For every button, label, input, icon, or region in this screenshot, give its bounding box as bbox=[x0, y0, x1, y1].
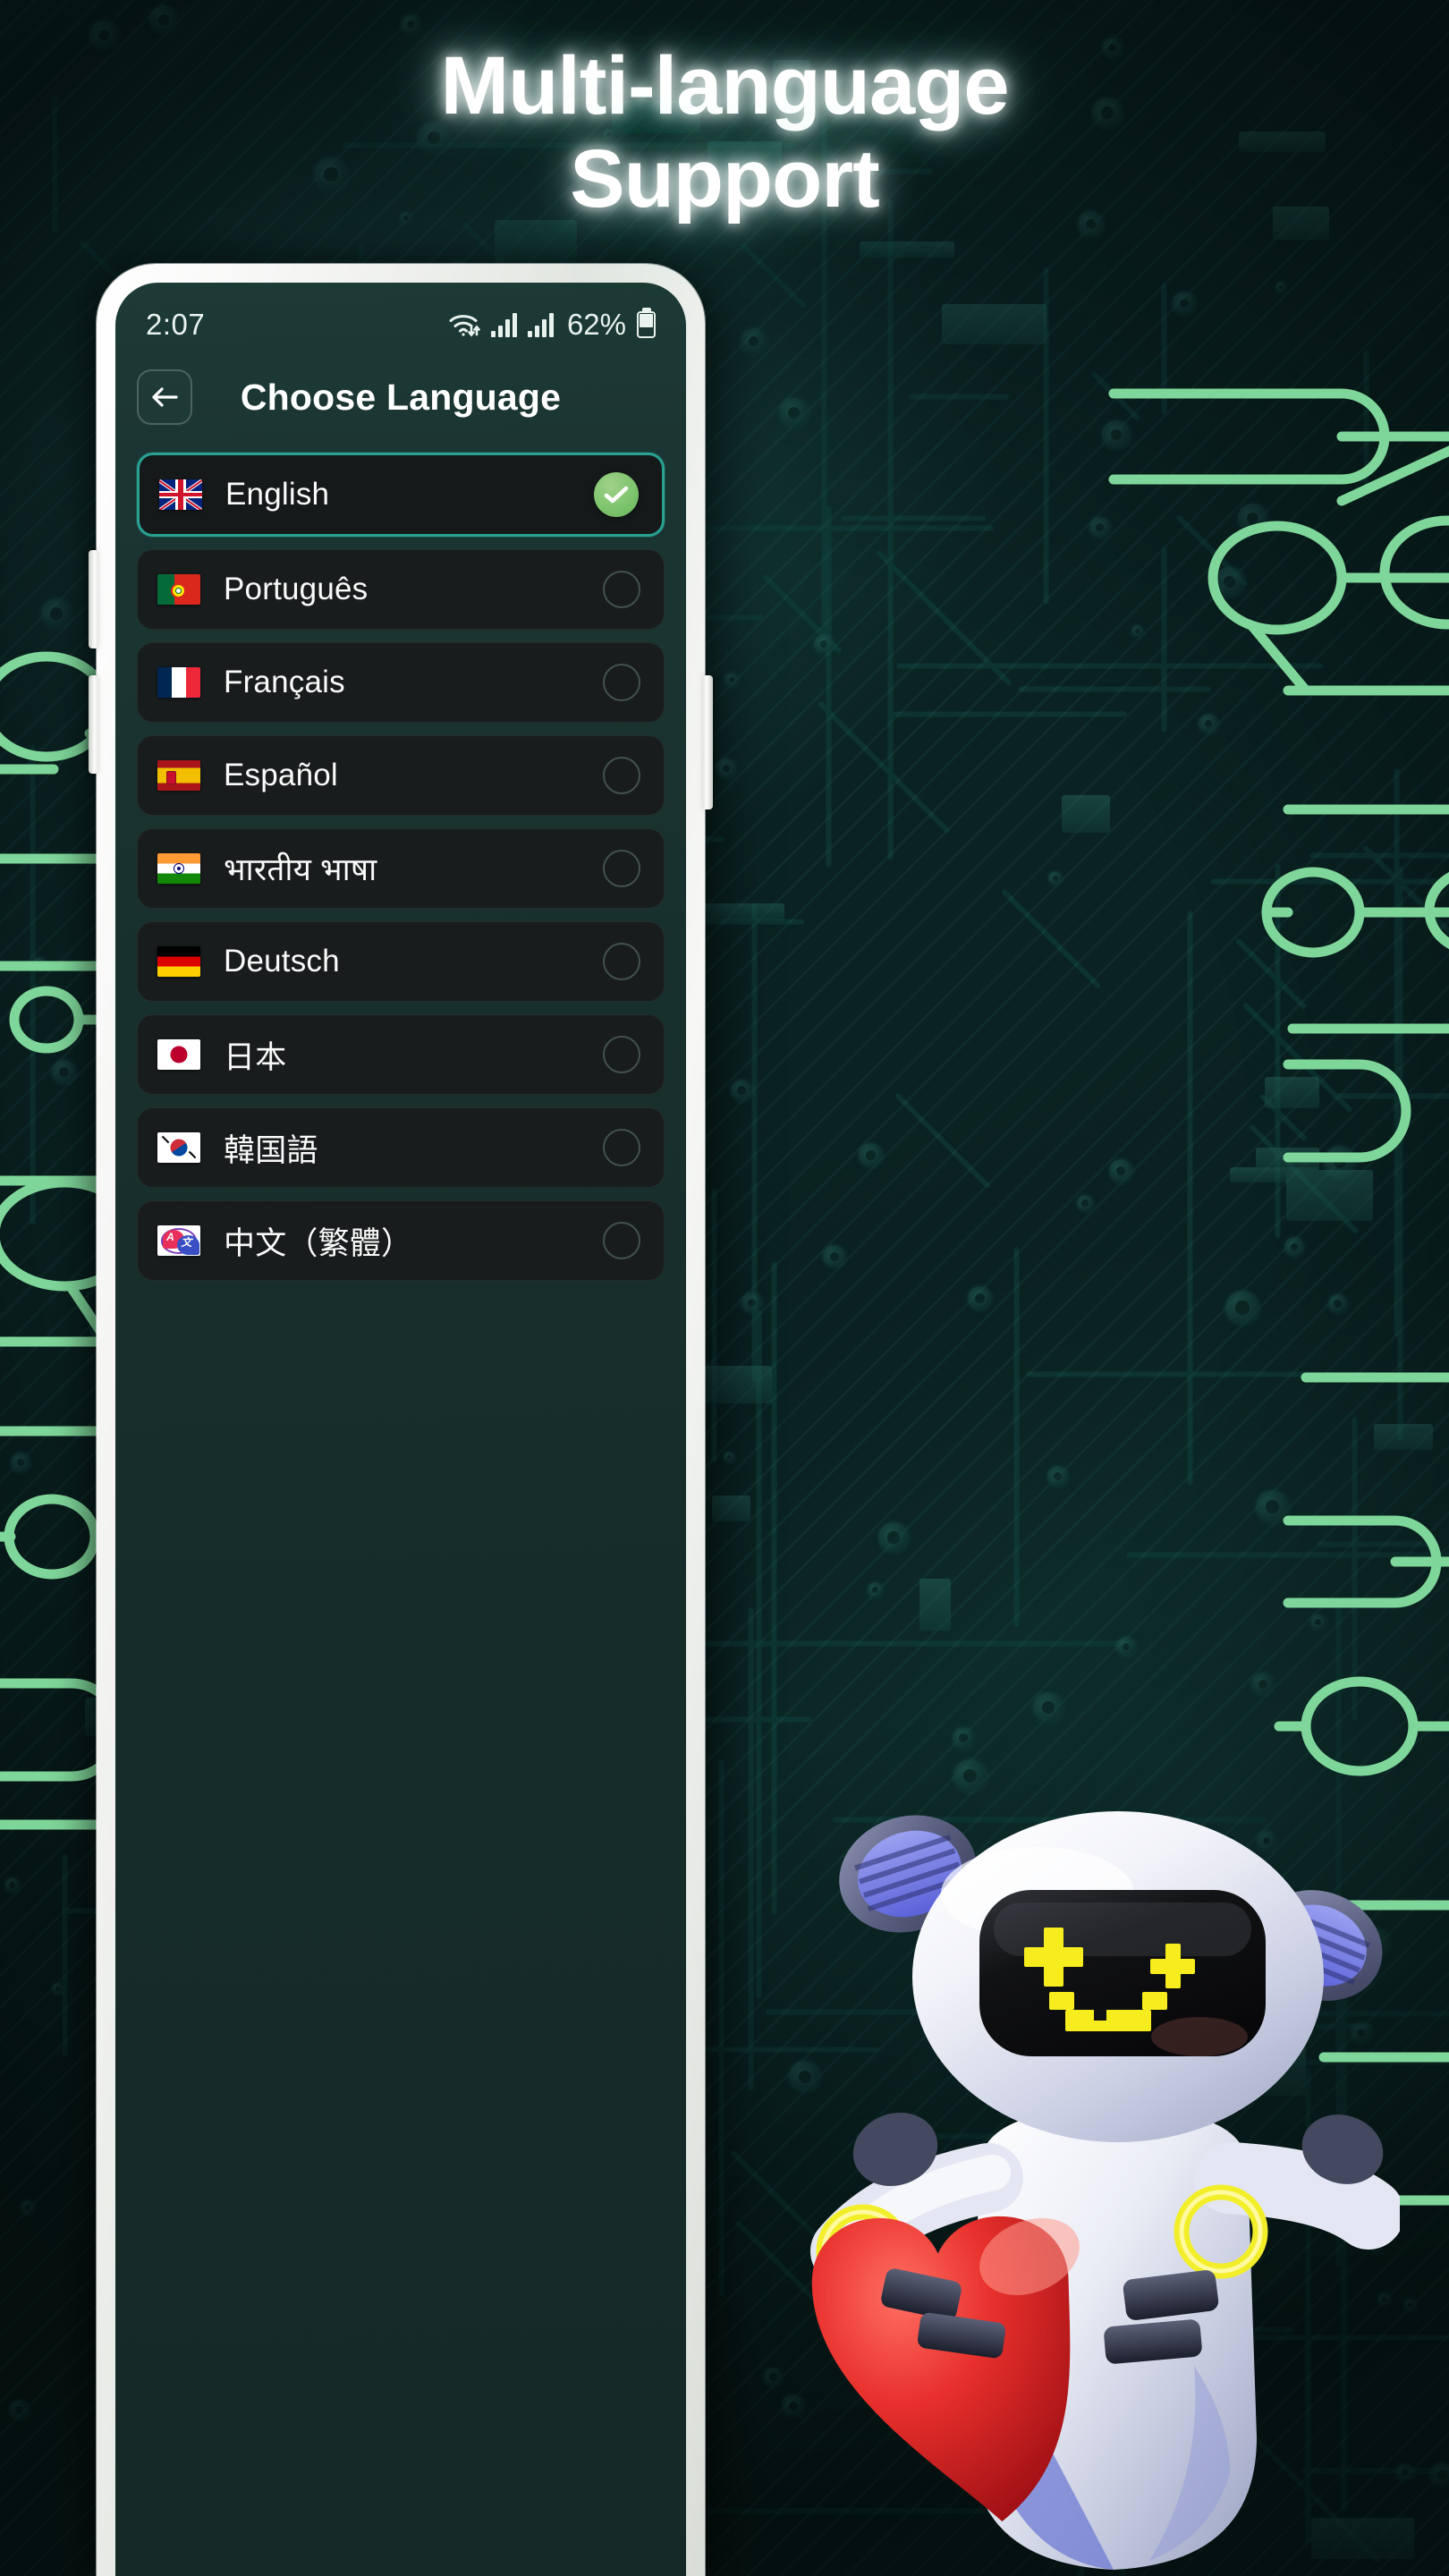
radio-button[interactable] bbox=[603, 571, 640, 608]
language-list: English Português Français Español भारतीय भा… bbox=[137, 453, 665, 2576]
flag-uk-icon bbox=[159, 479, 202, 510]
language-label: 中文（繁體） bbox=[224, 1225, 413, 1261]
language-label: Français bbox=[224, 665, 345, 699]
status-bar: 2:07 62% bbox=[115, 299, 686, 351]
status-time: 2:07 bbox=[146, 308, 206, 341]
phone-power-button[interactable] bbox=[703, 675, 713, 809]
selected-check-icon[interactable] bbox=[594, 472, 639, 517]
flag-korea-icon bbox=[157, 1132, 200, 1163]
phone-volume-up-button[interactable] bbox=[89, 550, 98, 648]
arrow-left-icon bbox=[152, 387, 178, 407]
flag-portugal-icon bbox=[157, 574, 200, 605]
flag-france-icon bbox=[157, 667, 200, 698]
language-label: 日本 bbox=[224, 1039, 287, 1075]
status-icons: 62% bbox=[448, 308, 656, 342]
phone-frame: 2:07 62% Choose Language English Portugu… bbox=[89, 264, 713, 2576]
wifi-icon bbox=[449, 315, 480, 337]
radio-button[interactable] bbox=[603, 1129, 640, 1166]
robot-mascot bbox=[809, 1793, 1404, 2576]
phone-mockup: 2:07 62% Choose Language English Portugu… bbox=[89, 264, 713, 2576]
radio-button[interactable] bbox=[603, 1036, 640, 1073]
language-row-韓国語[interactable]: 韓国語 bbox=[137, 1107, 665, 1188]
phone-screen: 2:07 62% Choose Language English Portugu… bbox=[115, 283, 686, 2576]
radio-button[interactable] bbox=[603, 943, 640, 980]
language-label: Español bbox=[224, 758, 338, 792]
flag-japan-icon bbox=[157, 1039, 200, 1070]
radio-button[interactable] bbox=[603, 757, 640, 794]
language-row-Deutsch[interactable]: Deutsch bbox=[137, 921, 665, 1002]
language-label: भारतीय भाषा bbox=[224, 852, 377, 887]
language-row-English[interactable]: English bbox=[137, 453, 665, 537]
page-headline: Multi-language Support bbox=[0, 39, 1449, 225]
battery-percent-label: 62% bbox=[566, 308, 626, 341]
headline-line-2: Support bbox=[570, 133, 880, 225]
language-row-中文（繁體）[interactable]: A 文中文（繁體） bbox=[137, 1200, 665, 1281]
language-label: Deutsch bbox=[224, 944, 340, 979]
app-header: Choose Language bbox=[115, 356, 686, 438]
icon-translate-icon: A文 bbox=[157, 1225, 200, 1256]
robot-head bbox=[912, 1811, 1324, 2142]
radio-button[interactable] bbox=[603, 850, 640, 887]
language-label: 韓国語 bbox=[224, 1132, 318, 1168]
language-row-Español[interactable]: Español bbox=[137, 735, 665, 816]
language-label: Português bbox=[224, 572, 369, 606]
signal-bars-icon bbox=[527, 313, 554, 337]
language-row-Français[interactable]: Français bbox=[137, 642, 665, 723]
battery-icon bbox=[637, 311, 656, 338]
radio-button[interactable] bbox=[603, 1222, 640, 1259]
headline-line-1: Multi-language bbox=[440, 40, 1009, 131]
page-title: Choose Language bbox=[240, 376, 562, 418]
radio-button[interactable] bbox=[603, 664, 640, 701]
flag-germany-icon bbox=[157, 946, 200, 977]
flag-india-icon bbox=[157, 853, 200, 884]
signal-bars-icon bbox=[490, 313, 517, 337]
language-label: English bbox=[225, 477, 330, 512]
language-row-भारतीय भाषा[interactable]: भारतीय भाषा bbox=[137, 828, 665, 909]
language-row-日本[interactable]: 日本 bbox=[137, 1014, 665, 1095]
flag-spain-icon bbox=[157, 760, 200, 791]
language-row-Português[interactable]: Português bbox=[137, 549, 665, 630]
phone-volume-down-button[interactable] bbox=[89, 675, 98, 774]
back-button[interactable] bbox=[137, 369, 192, 425]
